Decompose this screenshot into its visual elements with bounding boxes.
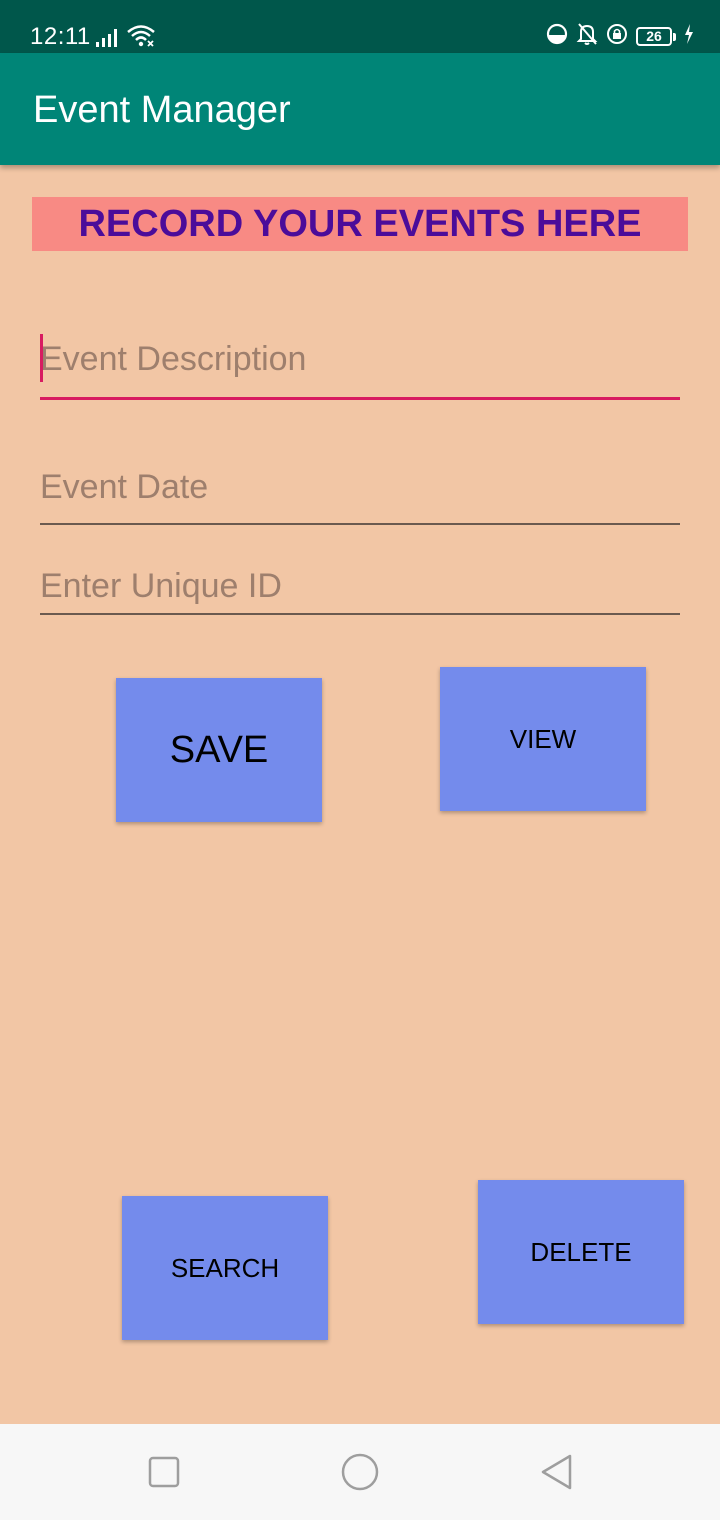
signal-icon xyxy=(96,28,118,53)
app-bar: Event Manager xyxy=(0,53,720,165)
save-button[interactable]: SAVE xyxy=(116,678,322,822)
home-icon[interactable] xyxy=(336,1448,384,1496)
wifi-icon xyxy=(126,24,156,53)
data-saver-icon xyxy=(546,23,568,50)
event-description-field[interactable] xyxy=(40,333,680,400)
charging-icon xyxy=(684,24,694,49)
unique-id-input[interactable] xyxy=(40,562,680,610)
event-description-underline xyxy=(40,397,680,400)
lock-rotation-icon xyxy=(606,23,628,50)
status-left-icons xyxy=(96,24,156,53)
event-date-field[interactable] xyxy=(40,462,680,525)
battery-tip xyxy=(673,32,676,41)
battery-icon: 26 xyxy=(636,27,676,46)
back-icon[interactable] xyxy=(532,1448,580,1496)
battery-level: 26 xyxy=(636,27,672,46)
record-events-banner: RECORD YOUR EVENTS HERE xyxy=(32,197,688,251)
search-button[interactable]: SEARCH xyxy=(122,1196,328,1340)
status-right-icons: 26 xyxy=(546,22,694,51)
screen: 12:11 26 Event Manager RECORD YOUR EVENT… xyxy=(0,0,720,1520)
view-button[interactable]: VIEW xyxy=(440,667,646,811)
bell-off-icon xyxy=(576,22,598,51)
navigation-bar xyxy=(0,1424,720,1520)
recent-apps-icon[interactable] xyxy=(140,1448,188,1496)
delete-button[interactable]: DELETE xyxy=(478,1180,684,1324)
app-title: Event Manager xyxy=(33,89,291,131)
unique-id-underline xyxy=(40,613,680,615)
text-cursor xyxy=(40,334,43,382)
event-date-underline xyxy=(40,523,680,525)
event-description-input[interactable] xyxy=(40,333,680,385)
status-time: 12:11 xyxy=(30,23,91,50)
status-bar: 12:11 26 xyxy=(0,0,720,53)
event-date-input[interactable] xyxy=(40,462,680,512)
unique-id-field[interactable] xyxy=(40,562,680,615)
